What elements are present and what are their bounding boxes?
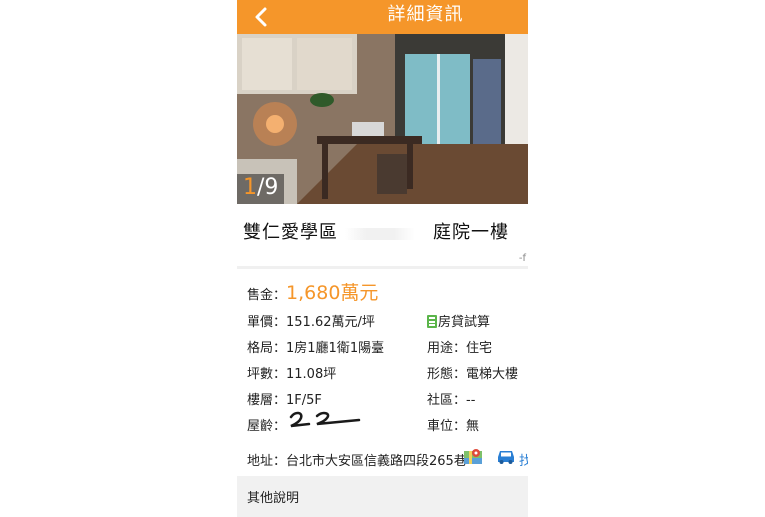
other-notes-section: 其他說明 [237,476,528,517]
photo-current-index: 1 [243,175,257,200]
price-row: 售金：1,680萬元 [247,278,378,305]
share-mark: -f [518,253,526,264]
listing-title-row: 雙仁愛學區 庭院一樓 [237,210,528,250]
price-value: 1,680萬元 [286,282,379,304]
mortgage-calculator-link[interactable]: 房貸試算 [427,314,490,332]
divider [237,266,528,269]
unit-price: 單價：151.62萬元/坪 [247,315,375,330]
address: 地址：台北市大安區信義路四段265巷 [247,454,467,469]
photo-counter: 1/9 [237,174,285,204]
top-bar: 詳細資訊 [237,0,528,34]
page-title: 詳細資訊 [387,4,464,25]
handwritten-scribble [289,411,361,428]
other-notes-label: 其他說明 [247,491,300,506]
car-route-link[interactable]: 找 [519,450,528,469]
floor-area: 坪數：11.08坪 [247,367,337,382]
building-type: 形態：電梯大樓 [427,367,519,382]
community: 社區：-- [427,393,476,408]
redaction-mark [345,228,415,240]
car-icon[interactable] [496,448,516,464]
room-layout: 格局：1房1廳1衛1陽臺 [247,341,385,356]
usage: 用途：住宅 [427,341,493,356]
photo-total: /9 [257,175,279,200]
detail-screen: 詳細資訊 1/9 雙仁愛學區 庭院一樓 -f 售金：1,680萬元 單價：151… [237,0,528,517]
mortgage-calculator-label: 房貸試算 [438,315,491,330]
parking: 車位：無 [427,419,480,434]
listing-photo[interactable]: 1/9 [237,34,528,204]
price-label: 售金： [247,288,287,303]
calculator-icon [427,315,437,328]
map-icon[interactable] [464,448,482,464]
building-age: 屋齡： [247,419,287,434]
